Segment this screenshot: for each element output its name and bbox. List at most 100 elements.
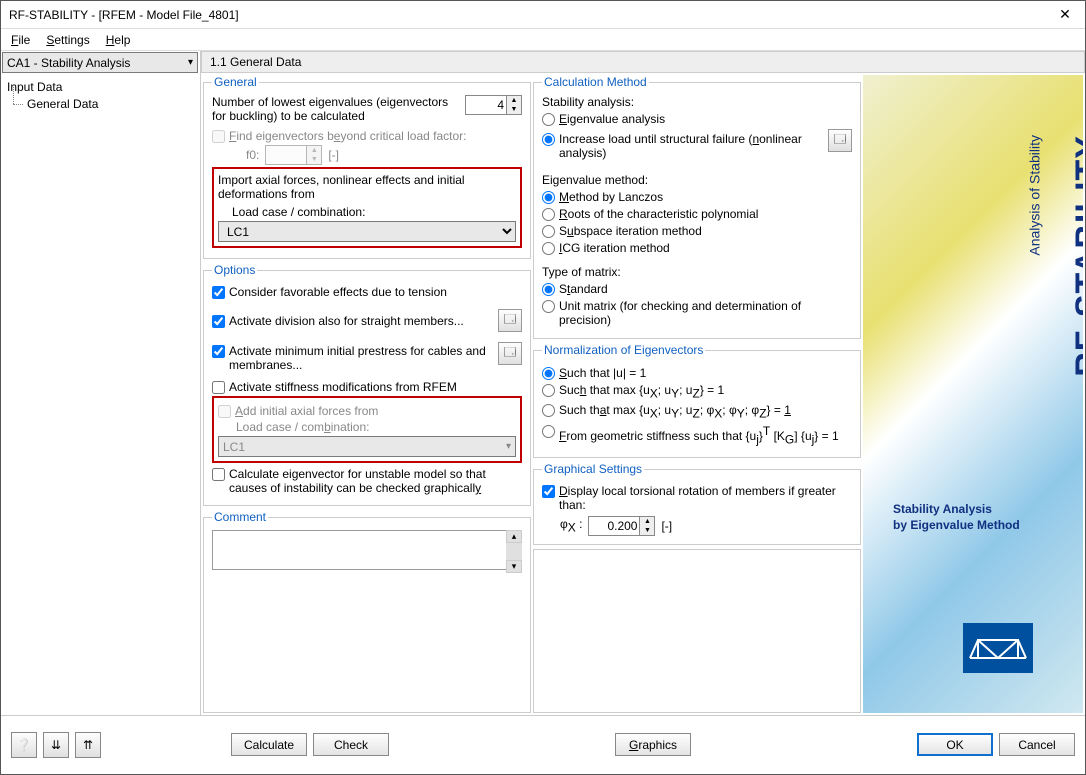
menu-settings[interactable]: Settings xyxy=(40,31,95,49)
group-general: General Number of lowest eigenvalues (ei… xyxy=(203,75,531,259)
display-label: Display local torsional rotation of memb… xyxy=(559,484,852,512)
help-icon[interactable]: ❔ xyxy=(11,732,37,758)
close-icon[interactable]: ✕ xyxy=(1053,6,1077,23)
r1-label: Eigenvalue analysis xyxy=(559,112,665,126)
chk-unstable[interactable] xyxy=(212,468,225,481)
tension-label: Consider favorable effects due to tensio… xyxy=(229,285,447,299)
menu-help[interactable]: Help xyxy=(100,31,137,49)
eigm-label: Eigenvalue method: xyxy=(542,173,852,187)
n4-label: From geometric stiffness such that {uj}T… xyxy=(559,424,839,446)
brand-logo-icon xyxy=(963,623,1033,673)
lc-combo[interactable]: LC1 xyxy=(218,221,516,242)
radio-unit[interactable] xyxy=(542,300,555,313)
legend-calc: Calculation Method xyxy=(542,75,649,89)
nav-tree: Input Data General Data xyxy=(1,74,200,116)
chk-tension[interactable] xyxy=(212,286,225,299)
radio-n2[interactable] xyxy=(542,384,555,397)
unstable-label: Calculate eigenvector for unstable model… xyxy=(229,467,522,495)
lc-label: Load case / combination: xyxy=(232,205,516,219)
import-label: Import axial forces, nonlinear effects a… xyxy=(218,173,516,201)
case-combo-text: CA1 - Stability Analysis xyxy=(7,56,130,70)
phi-unit: [-] xyxy=(661,519,672,533)
spin-down-icon[interactable]: ▼ xyxy=(507,105,521,114)
chk-find-beyond xyxy=(212,130,225,143)
phi-down-icon[interactable]: ▼ xyxy=(640,526,654,535)
legend-graph: Graphical Settings xyxy=(542,462,644,476)
eigen-label: Number of lowest eigenvalues (eigenvecto… xyxy=(212,95,455,123)
m1-label: Method by Lanczos xyxy=(559,190,663,204)
menu-file[interactable]: File xyxy=(5,31,36,49)
group-options: Options Consider favorable effects due t… xyxy=(203,263,531,506)
cancel-button[interactable]: Cancel xyxy=(999,733,1075,756)
group-graphical: Graphical Settings Display local torsion… xyxy=(533,462,861,545)
calculate-button[interactable]: Calculate xyxy=(231,733,307,756)
prestress-label: Activate minimum initial prestress for c… xyxy=(229,344,494,372)
window-title: RF-STABILITY - [RFEM - Model File_4801] xyxy=(9,8,1053,22)
find-beyond-label: Find eigenvectors beyond critical load f… xyxy=(229,129,467,143)
spin-up-icon[interactable]: ▲ xyxy=(507,96,521,105)
chk-add-axial xyxy=(218,405,231,418)
chk-division[interactable] xyxy=(212,315,225,328)
sort-desc-icon[interactable]: ⇈ xyxy=(75,732,101,758)
eigen-spinner[interactable]: ▲▼ xyxy=(465,95,522,115)
brand-subtitle: Analysis of Stability xyxy=(1027,135,1043,256)
prestress-settings-icon[interactable]: 🗔 xyxy=(498,342,522,365)
add-axial-label: Add initial axial forces from xyxy=(235,404,378,418)
comment-textarea[interactable] xyxy=(212,530,522,570)
tree-root[interactable]: Input Data xyxy=(7,78,194,96)
stiffness-label: Activate stiffness modifications from RF… xyxy=(229,380,457,394)
radio-subspace[interactable] xyxy=(542,225,555,238)
highlight-add-axial: Add initial axial forces from Load case … xyxy=(212,396,522,463)
m3-label: Subspace iteration method xyxy=(559,224,702,238)
r2-label: Increase load until structural failure (… xyxy=(559,132,824,160)
phi-label: φX : xyxy=(560,517,582,534)
footer: ❔ ⇊ ⇈ Calculate Check Graphics OK Cancel xyxy=(1,715,1085,773)
lc-combo-2: LC1▾ xyxy=(218,436,516,457)
division-settings-icon[interactable]: 🗔 xyxy=(498,309,522,332)
radio-increase-load[interactable] xyxy=(542,133,555,146)
radio-icg[interactable] xyxy=(542,242,555,255)
radio-standard[interactable] xyxy=(542,283,555,296)
case-combo[interactable]: CA1 - Stability Analysis ▾ xyxy=(2,52,198,73)
sort-asc-icon[interactable]: ⇊ xyxy=(43,732,69,758)
group-normalization: Normalization of Eigenvectors Such that … xyxy=(533,343,861,458)
group-calc-method: Calculation Method Stability analysis: E… xyxy=(533,75,861,339)
radio-n4[interactable] xyxy=(542,425,555,438)
m2-label: Roots of the characteristic polynomial xyxy=(559,207,758,221)
titlebar: RF-STABILITY - [RFEM - Model File_4801] … xyxy=(1,1,1085,29)
radio-n3[interactable] xyxy=(542,404,555,417)
t1-label: Standard xyxy=(559,282,608,296)
chk-stiffness[interactable] xyxy=(212,381,225,394)
n3-label: Such that max {uX; uY; uZ; φX; φY; φZ} =… xyxy=(559,403,791,420)
nonlinear-settings-icon[interactable]: 🗔 xyxy=(828,129,852,152)
phi-input[interactable] xyxy=(589,517,639,535)
phi-spinner[interactable]: ▲▼ xyxy=(588,516,655,536)
phi-up-icon[interactable]: ▲ xyxy=(640,517,654,526)
radio-eigenvalue[interactable] xyxy=(542,113,555,126)
group-comment: Comment ▴ ▾ xyxy=(203,510,531,713)
stab-label: Stability analysis: xyxy=(542,95,852,109)
scroll-down-icon[interactable]: ▾ xyxy=(506,560,522,573)
f0-input xyxy=(266,146,306,164)
ok-button[interactable]: OK xyxy=(917,733,993,756)
highlight-import: Import axial forces, nonlinear effects a… xyxy=(212,167,522,248)
graphics-button[interactable]: Graphics xyxy=(615,733,691,756)
chk-display-rotation[interactable] xyxy=(542,485,555,498)
f0-spinner: ▲▼ xyxy=(265,145,322,165)
section-title: 1.1 General Data xyxy=(201,51,1085,73)
group-blank xyxy=(533,549,861,713)
check-button[interactable]: Check xyxy=(313,733,389,756)
type-label: Type of matrix: xyxy=(542,265,852,279)
chevron-down-icon: ▾ xyxy=(188,57,193,68)
m4-label: ICG iteration method xyxy=(559,241,670,255)
radio-roots[interactable] xyxy=(542,208,555,221)
chk-prestress[interactable] xyxy=(212,345,225,358)
legend-comment: Comment xyxy=(212,510,268,524)
radio-lanczos[interactable] xyxy=(542,191,555,204)
brand-title: RF-STABILITY xyxy=(1069,135,1083,377)
tree-general-data[interactable]: General Data xyxy=(7,96,194,112)
radio-n1[interactable] xyxy=(542,367,555,380)
n2-label: Such that max {uX; uY; uZ} = 1 xyxy=(559,383,724,400)
eigen-input[interactable] xyxy=(466,96,506,114)
scroll-up-icon[interactable]: ▴ xyxy=(506,530,522,543)
